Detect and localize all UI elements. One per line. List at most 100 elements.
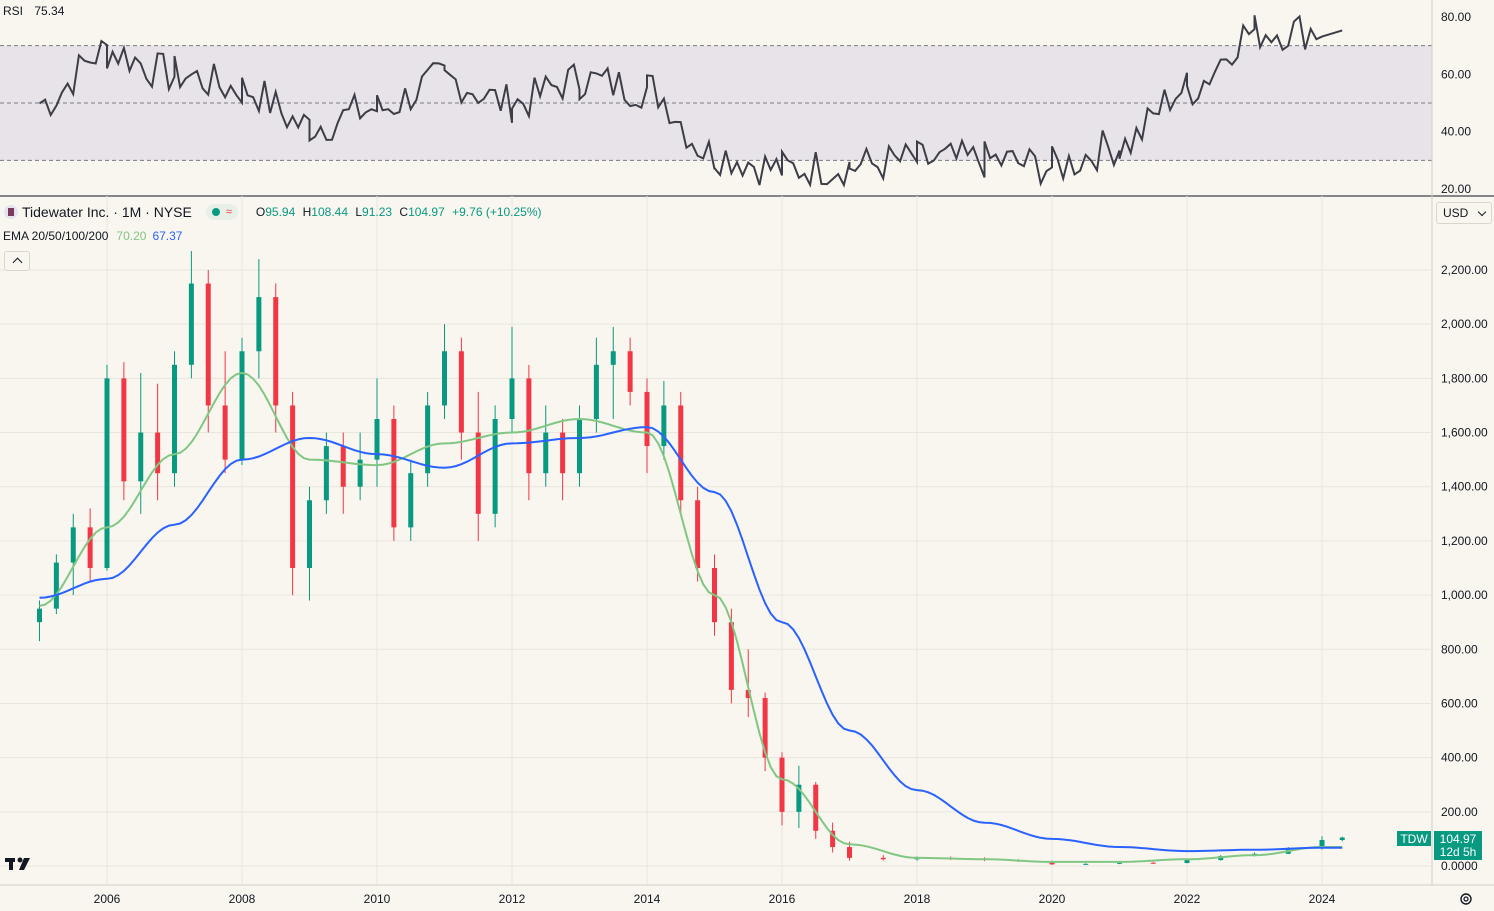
candle-body (593, 364, 599, 419)
time-tick-label: 2014 (634, 892, 661, 906)
candle-body (1339, 837, 1345, 841)
time-tick-label: 2010 (364, 892, 391, 906)
rsi-value: 75.34 (34, 4, 65, 18)
data-delay-icon: ≈ (225, 206, 232, 218)
symbol-title[interactable]: Tidewater Inc. · 1M · NYSE (22, 204, 192, 220)
time-tick-label: 2018 (904, 892, 931, 906)
candle-body (627, 351, 633, 392)
price-tick-label: 1,600.00 (1441, 426, 1488, 440)
open-value: 95.94 (265, 205, 296, 219)
candle-body (273, 297, 279, 406)
time-tick-label: 2024 (1309, 892, 1336, 906)
candle-body (678, 405, 684, 501)
candle-body (509, 378, 515, 419)
open-label: O (255, 205, 266, 219)
time-tick-label: 2012 (499, 892, 526, 906)
candle-body (1117, 862, 1122, 864)
candle-body (1083, 863, 1089, 865)
candle-body (728, 622, 734, 690)
countdown-text: 12d 5h (1440, 845, 1477, 859)
candle-body (458, 351, 464, 433)
last-price-text: 104.97 (1440, 832, 1477, 846)
close-value: 104.97 (408, 205, 445, 219)
price-tick-label: 600.00 (1441, 696, 1478, 710)
candle-body (53, 562, 59, 609)
candle-body (87, 527, 93, 568)
candle-body (239, 351, 245, 460)
candle-body (121, 378, 127, 482)
currency-value: USD (1443, 206, 1469, 220)
candle-body (1184, 860, 1190, 864)
close-label: C (399, 205, 409, 219)
candle-body (70, 527, 76, 563)
candle-body (104, 378, 110, 568)
ticker-text: TDW (1400, 832, 1428, 846)
ema-legend[interactable]: EMA 20/50/100/200 70.20 67.37 (0, 229, 182, 243)
candle-body (391, 419, 397, 528)
candle-body (577, 419, 582, 474)
chevron-up-icon (12, 257, 22, 268)
rsi-label: RSI (3, 4, 24, 18)
candle-body (644, 391, 650, 447)
symbol-legend[interactable]: Tidewater Inc. · 1M · NYSE ≈ O95.94 H108… (0, 204, 542, 220)
ema-50-value: 67.37 (152, 229, 183, 243)
candle-body (205, 283, 211, 406)
ema-label: EMA 20/50/100/200 (3, 229, 109, 243)
candle-body (222, 405, 228, 460)
candle-body (610, 351, 616, 365)
currency-select[interactable]: USD (1436, 202, 1492, 224)
candle-body (290, 405, 296, 568)
time-tick-label: 2022 (1174, 892, 1201, 906)
change-value: +9.76 (+10.25%) (452, 205, 542, 219)
price-tick-label: 400.00 (1441, 751, 1478, 765)
chevron-down-icon (1477, 207, 1487, 216)
candle-body (847, 847, 852, 858)
candle-body (408, 473, 414, 528)
price-chart[interactable]: 2,200.00 2,000.00 1,800.00 1,600.00 1,400.00… (0, 0, 1494, 911)
price-tick-label: 2,000.00 (1441, 317, 1488, 331)
rsi-tick-label: 40.00 (1441, 125, 1471, 139)
price-tick-label: 800.00 (1441, 642, 1478, 656)
candle-body (425, 405, 431, 474)
candle-body (1150, 862, 1156, 864)
rsi-tick-label: 20.00 (1441, 182, 1471, 196)
high-label: H (302, 205, 312, 219)
rsi-legend[interactable]: RSI 75.34 (3, 4, 64, 18)
candle-body (779, 757, 785, 812)
high-value: 108.44 (311, 205, 348, 219)
candle-body (323, 446, 329, 501)
candle-body (188, 283, 194, 365)
market-open-icon (211, 208, 220, 216)
low-value: 91.23 (362, 205, 393, 219)
candle-body (543, 432, 549, 474)
candle-body (138, 432, 144, 482)
candle-body (37, 608, 42, 623)
candle-body (880, 857, 886, 860)
time-tick-label: 2020 (1039, 892, 1066, 906)
ohlc-values: O95.94 H108.44 L91.23 C104.97 +9.76 (+10… (256, 205, 542, 219)
price-tick-label: 1,200.00 (1441, 534, 1488, 548)
time-tick-label: 2008 (229, 892, 256, 906)
candle-body (442, 351, 447, 406)
price-tick-label: 0.0000 (1441, 859, 1478, 873)
price-tick-label: 1,000.00 (1441, 588, 1488, 602)
rsi-tick-label: 80.00 (1441, 10, 1471, 24)
candle-body (307, 500, 312, 568)
candle-body (475, 432, 481, 514)
candle-body (695, 500, 701, 568)
candle-body (340, 446, 346, 487)
candle-body (256, 297, 262, 352)
price-tick-label: 200.00 (1441, 805, 1478, 819)
price-tick-label: 1,800.00 (1441, 371, 1488, 385)
price-tick-label: 2,200.00 (1441, 263, 1488, 277)
time-tick-label: 2006 (94, 892, 121, 906)
rsi-tick-label: 60.00 (1441, 67, 1471, 81)
symbol-logo-icon (4, 205, 18, 219)
ema-20-value: 70.20 (116, 229, 147, 243)
market-status-pill[interactable]: ≈ (205, 204, 238, 220)
time-tick-label: 2016 (769, 892, 796, 906)
candle-body (526, 378, 532, 474)
candle-body (172, 364, 177, 474)
price-tick-label: 1,400.00 (1441, 480, 1488, 494)
collapse-legend-button[interactable] (4, 251, 30, 271)
